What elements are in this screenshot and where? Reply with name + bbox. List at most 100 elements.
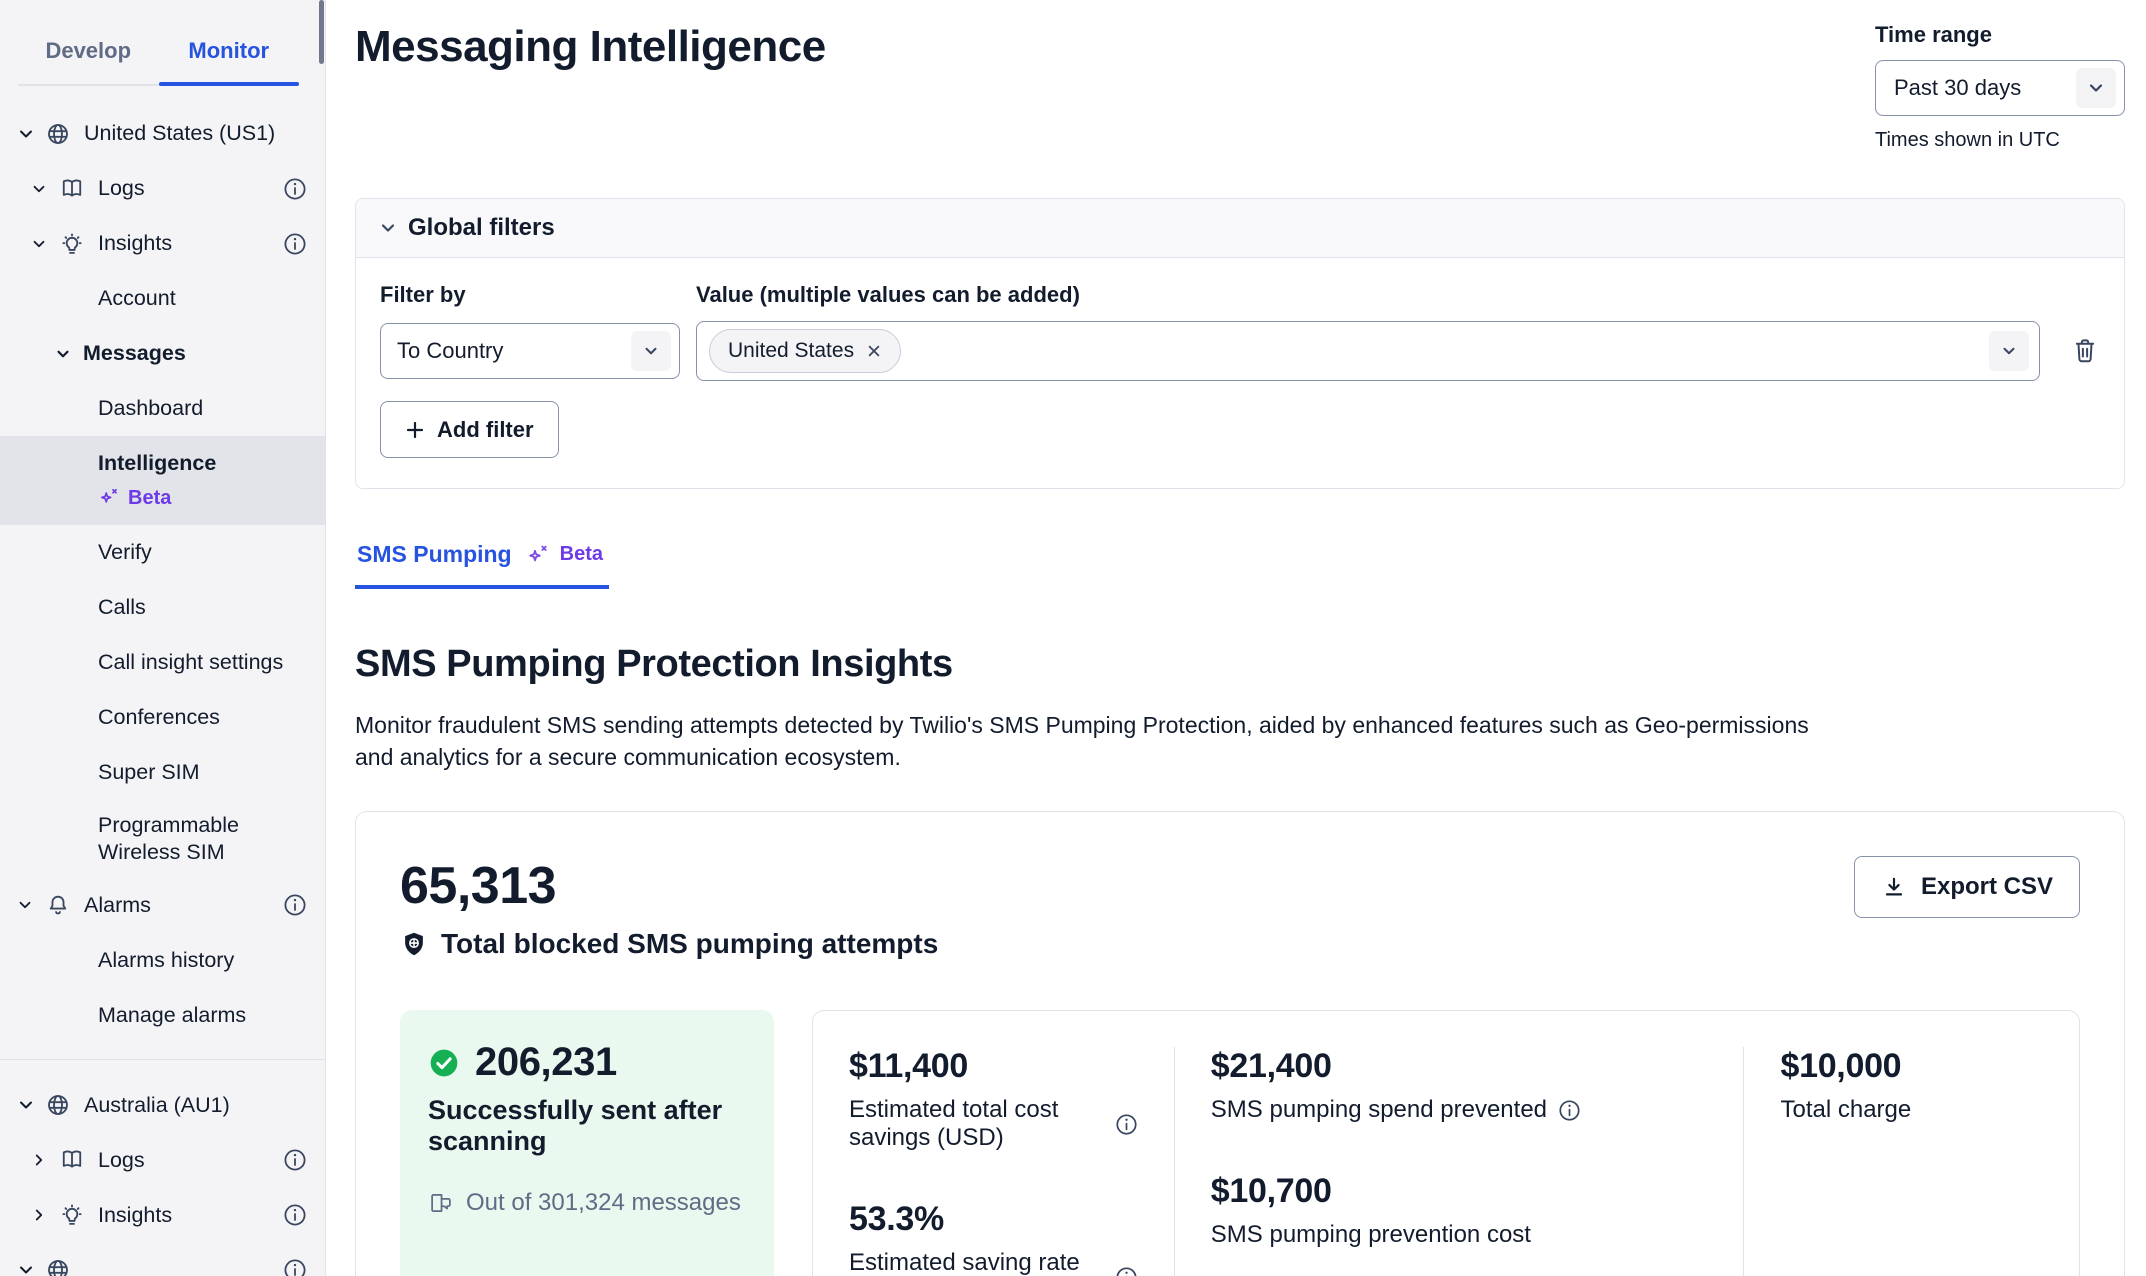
sidebar-item-intelligence[interactable]: Intelligence Beta — [0, 436, 325, 525]
success-label: Successfully sent after scanning — [428, 1095, 746, 1157]
global-filters-header[interactable]: Global filters — [356, 199, 2124, 258]
time-range-select[interactable]: Past 30 days — [1875, 60, 2125, 116]
metric-label: SMS pumping prevention cost — [1211, 1221, 1531, 1249]
sidebar-item-label: Insights — [98, 230, 283, 257]
metric: $11,400 Estimated total cost savings (US… — [849, 1047, 1138, 1152]
delete-filter-trash-icon[interactable] — [2070, 336, 2100, 366]
sidebar-item-label: Programmable Wireless SIM — [98, 812, 282, 866]
time-range-control: Time range Past 30 days Times shown in U… — [1875, 22, 2125, 152]
chevron-down-icon — [30, 235, 50, 253]
sidebar-divider — [0, 1059, 325, 1060]
metrics-column-savings: $11,400 Estimated total cost savings (US… — [813, 1047, 1174, 1276]
sidebar-item-label: United States (US1) — [84, 120, 307, 147]
plus-icon — [405, 420, 425, 440]
metric: $21,400 SMS pumping spend prevented — [1211, 1047, 1708, 1124]
info-icon[interactable] — [283, 177, 307, 201]
sidebar-item-call-insight-settings[interactable]: Call insight settings — [0, 635, 325, 690]
tab-develop[interactable]: Develop — [18, 24, 159, 84]
sidebar-item-account[interactable]: Account — [0, 271, 325, 326]
sidebar-item-verify[interactable]: Verify — [0, 525, 325, 580]
sparkle-icon — [98, 487, 120, 509]
message-icon — [428, 1190, 454, 1216]
chevron-down-icon — [378, 218, 398, 238]
metric-label: Total charge — [1780, 1096, 1911, 1124]
sidebar-item-label: Logs — [98, 1147, 283, 1174]
info-icon[interactable] — [283, 1203, 307, 1227]
globe-icon — [45, 121, 71, 147]
chevron-right-icon — [30, 1206, 50, 1224]
export-csv-button[interactable]: Export CSV — [1854, 856, 2080, 918]
section-description: Monitor fraudulent SMS sending attempts … — [355, 710, 1835, 773]
sidebar-item-messages[interactable]: Messages — [0, 326, 325, 381]
tab-sms-pumping-label: SMS Pumping — [357, 541, 512, 568]
logs-book-icon — [59, 176, 85, 202]
insights-lightbulb-icon — [59, 231, 85, 257]
sidebar-item-label: Account — [98, 285, 307, 312]
view-tabs: SMS Pumping Beta — [355, 541, 2125, 589]
sidebar-item-label: Intelligence — [98, 450, 216, 477]
page-title: Messaging Intelligence — [355, 22, 826, 72]
beta-badge-label: Beta — [128, 486, 171, 511]
filter-labels-row: Filter by Value (multiple values can be … — [380, 282, 2100, 308]
beta-badge: Beta — [98, 486, 171, 511]
sidebar-item-conferences[interactable]: Conferences — [0, 690, 325, 745]
sidebar-item-manage-alarms[interactable]: Manage alarms — [0, 988, 325, 1043]
add-filter-button[interactable]: Add filter — [380, 401, 559, 458]
section-heading: SMS Pumping Protection Insights — [355, 643, 2125, 686]
metric-value: $10,700 — [1211, 1172, 1708, 1211]
sidebar-item-au1-region[interactable]: Australia (AU1) — [0, 1078, 325, 1133]
value-chip-label: United States — [728, 339, 854, 363]
sidebar-item-au-logs[interactable]: Logs — [0, 1133, 325, 1188]
globe-icon — [45, 1092, 71, 1118]
sidebar-item-partial[interactable] — [0, 1243, 325, 1276]
metrics-column-charge: $10,000 Total charge — [1743, 1047, 2079, 1276]
chevron-down-icon — [16, 1095, 36, 1115]
info-icon[interactable] — [1115, 1113, 1138, 1136]
sidebar-item-alarms-history[interactable]: Alarms history — [0, 933, 325, 988]
sidebar-item-calls[interactable]: Calls — [0, 580, 325, 635]
sidebar-item-label: Logs — [98, 175, 283, 202]
success-sub-label: Out of 301,324 messages — [466, 1189, 741, 1217]
global-filters-panel: Global filters Filter by Value (multiple… — [355, 198, 2125, 489]
chevron-down-icon — [16, 1260, 36, 1276]
check-circle-icon — [428, 1047, 460, 1079]
sidebar-item-insights[interactable]: Insights — [0, 216, 325, 271]
sidebar-item-label: Alarms — [84, 892, 283, 919]
sms-pumping-stats-card: 65,313 Total blocked SMS pumping attempt… — [355, 811, 2125, 1276]
sidebar-item-programmable-wireless-sim[interactable]: Programmable Wireless SIM — [0, 800, 300, 878]
tab-monitor[interactable]: Monitor — [159, 24, 300, 84]
sidebar-item-label: Calls — [98, 594, 307, 621]
chevron-right-icon — [30, 1151, 50, 1169]
sidebar-item-dashboard[interactable]: Dashboard — [0, 381, 325, 436]
sidebar-item-au-insights[interactable]: Insights — [0, 1188, 325, 1243]
info-icon[interactable] — [283, 232, 307, 256]
sidebar-item-super-sim[interactable]: Super SIM — [0, 745, 325, 800]
filter-value-input[interactable]: United States — [696, 321, 2040, 381]
info-icon[interactable] — [283, 1148, 307, 1172]
chip-close-icon[interactable] — [866, 343, 882, 359]
tab-sms-pumping[interactable]: SMS Pumping Beta — [355, 541, 609, 589]
globe-icon — [45, 1257, 71, 1276]
export-csv-label: Export CSV — [1921, 873, 2053, 901]
sidebar-item-label: Manage alarms — [98, 1002, 307, 1029]
time-range-label: Time range — [1875, 22, 2125, 48]
sidebar-nav-list: United States (US1) Logs Insights — [0, 86, 325, 1276]
chevron-down-icon — [30, 180, 50, 198]
chevron-down-icon — [16, 896, 36, 914]
sidebar-scrollbar[interactable] — [319, 0, 324, 64]
info-icon[interactable] — [1115, 1266, 1138, 1276]
filter-by-select[interactable]: To Country — [380, 323, 680, 379]
metric-label: Estimated total cost savings (USD) — [849, 1096, 1104, 1152]
info-icon[interactable] — [283, 893, 307, 917]
total-blocked-value: 65,313 — [400, 856, 938, 916]
sidebar-item-alarms[interactable]: Alarms — [0, 878, 325, 933]
success-value: 206,231 — [475, 1040, 617, 1085]
metric-value: $10,000 — [1780, 1047, 2043, 1086]
value-chip: United States — [709, 329, 901, 373]
info-icon[interactable] — [283, 1258, 307, 1276]
sidebar-item-label: Call insight settings — [98, 649, 307, 676]
sidebar-item-logs[interactable]: Logs — [0, 161, 325, 216]
chevron-down-icon — [1989, 331, 2029, 371]
info-icon[interactable] — [1558, 1099, 1581, 1122]
sidebar-item-us1-region[interactable]: United States (US1) — [0, 106, 325, 161]
